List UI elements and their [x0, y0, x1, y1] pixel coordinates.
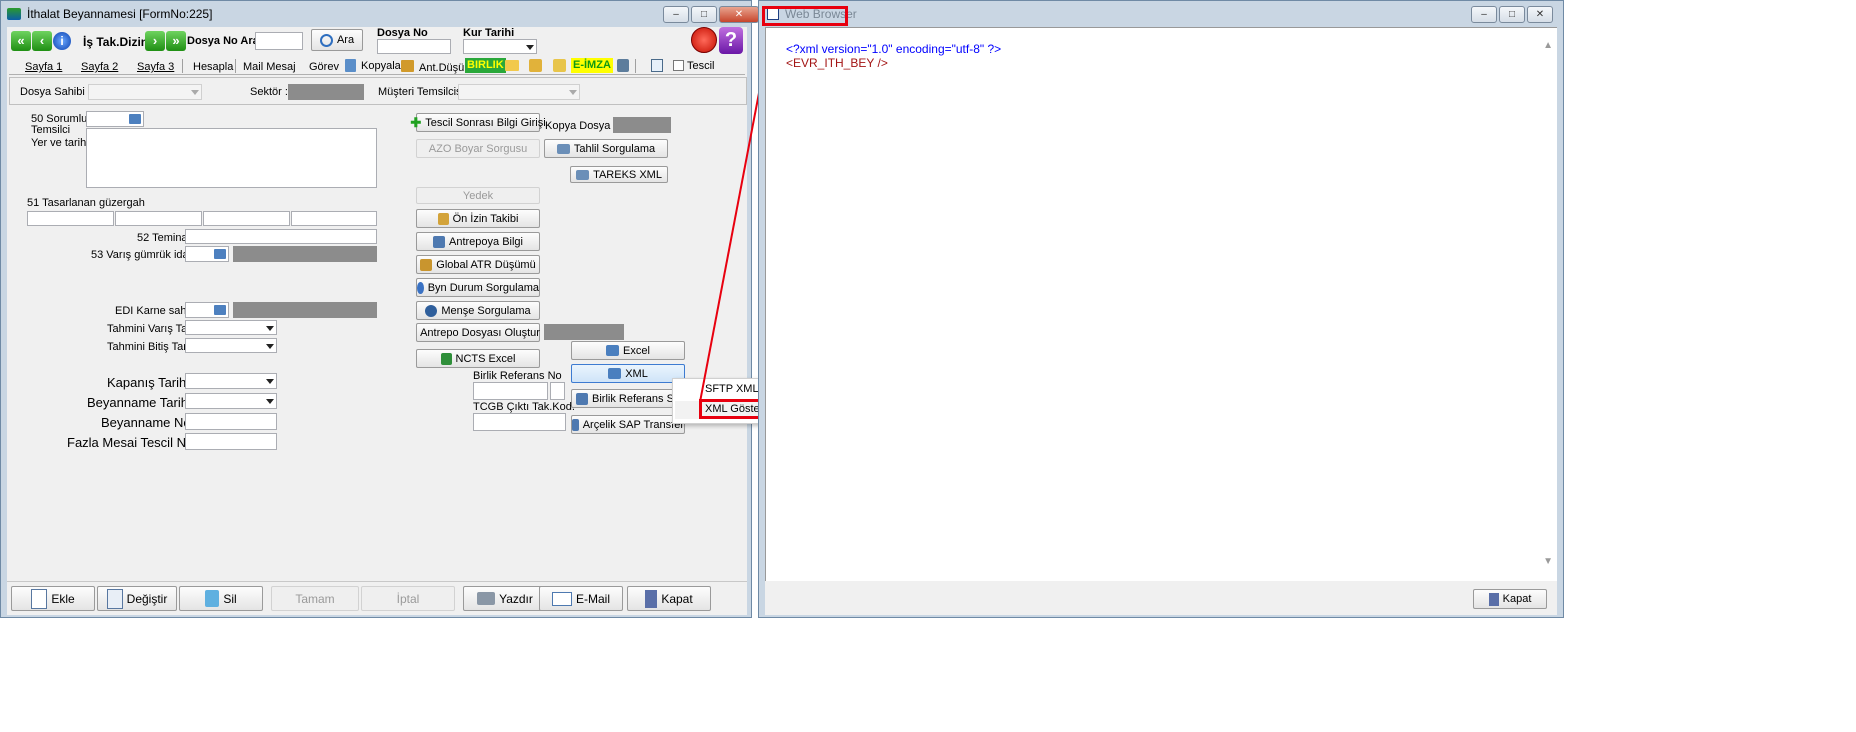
browser-kapat-button[interactable]: Kapat	[1473, 589, 1547, 609]
browser-client-area: <?xml version="1.0" encoding="utf-8" ?> …	[765, 27, 1557, 615]
minimize-button[interactable]: –	[1471, 6, 1497, 23]
exit-door-icon	[1488, 592, 1499, 606]
scroll-down-arrow[interactable]: ▼	[1543, 556, 1553, 567]
close-button[interactable]: ✕	[1527, 6, 1553, 23]
web-browser-title-highlight	[762, 6, 848, 26]
web-browser-window: Web Browser – □ ✕ <?xml version="1.0" en…	[758, 0, 1564, 618]
xml-declaration: <?xml version="1.0" encoding="utf-8" ?>	[786, 42, 1002, 56]
xml-root-element: <EVR_ITH_BEY />	[786, 56, 888, 70]
scroll-up-arrow[interactable]: ▲	[1543, 40, 1553, 51]
right-titlebar: Web Browser – □ ✕	[759, 1, 1563, 27]
xml-view-pane: <?xml version="1.0" encoding="utf-8" ?> …	[765, 27, 1557, 581]
maximize-button[interactable]: □	[1499, 6, 1525, 23]
